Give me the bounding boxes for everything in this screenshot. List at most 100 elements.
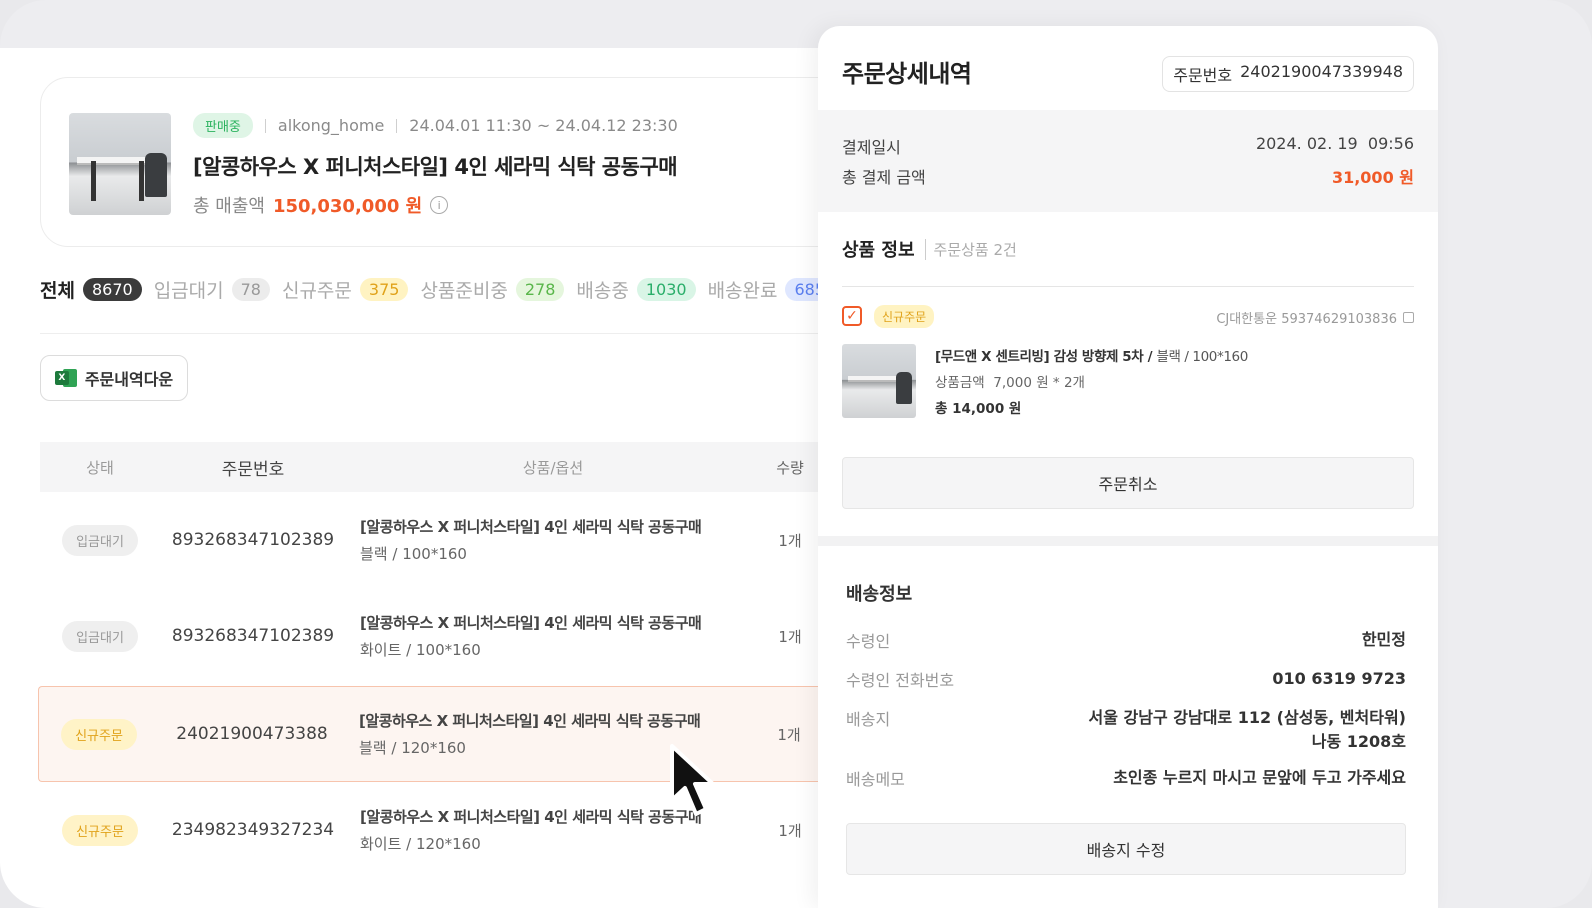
address-line1: 서울 강남구 강남대로 112 (삼성동, 벤처타워) [1088,708,1406,727]
order-number: 24021900473388 [176,724,328,744]
tab-count: 78 [231,278,270,301]
product-info-heading: 상품 정보 주문상품 2건 [842,236,1017,262]
total-sales: 총 매출액 150,030,000 원 i [193,192,449,218]
tab-count: 1030 [636,278,696,301]
status-badge: 입금대기 [62,620,138,652]
product-summary-card: 판매중 alkong_home 24.04.01 11:30 ~ 24.04.1… [40,77,850,247]
tab-label: 상품준비중 [420,280,508,302]
product-count: 주문상품 2건 [924,238,1017,260]
product-name: [알콩하우스 X 퍼니처스타일] 4인 세라믹 식탁 공동구매 [359,712,701,730]
tab-shipping[interactable]: 배송중 1030 [576,276,696,303]
product-option: 블랙 / 100*160 [360,545,467,563]
order-number: 893268347102389 [171,530,335,550]
divider [842,286,1414,287]
tab-label: 신규주문 [281,280,352,302]
recipient-row: 수령인 한민정 [846,628,1406,652]
copy-icon[interactable] [1403,312,1414,323]
product-thumbnail [69,113,171,215]
order-number-box: 주문번호 2402190047339948 [1162,56,1414,92]
edit-address-button[interactable]: 배송지 수정 [846,823,1406,875]
tab-count: 8670 [82,278,142,301]
phone-value: 010 6319 9723 [1272,669,1406,688]
section-title: 상품 정보 [842,240,915,261]
table-header: 상태 주문번호 상품/옵션 수량 [40,442,840,492]
item-thumbnail [842,344,916,418]
tracking-info: CJ대한통운 59374629103836 [1216,308,1414,327]
header-order-no: 주문번호 [221,459,285,480]
order-number-label: 주문번호 [1173,66,1233,85]
sale-period: 24.04.01 11:30 ~ 24.04.12 23:30 [409,116,678,135]
cancel-order-button[interactable]: 주문취소 [842,457,1414,509]
sales-amount: 150,030,000 원 [272,196,423,217]
info-icon[interactable]: i [430,196,449,214]
phone-row: 수령인 전화번호 010 6319 9723 [846,667,1406,691]
seller-id: alkong_home [277,116,385,135]
tab-awaiting-payment[interactable]: 입금대기 78 [154,276,270,303]
mouse-pointer-icon [670,744,715,816]
memo-value: 초인종 누르지 마시고 문앞에 두고 가주세요 [1113,768,1406,787]
total-value: 31,000 원 [1331,168,1414,187]
quantity: 1개 [777,725,801,744]
table-row[interactable]: 입금대기 893268347102389 [알콩하우스 X 퍼니처스타일] 4인… [40,492,840,588]
status-badge: 신규주문 [61,718,137,750]
quantity: 1개 [778,627,802,646]
tab-new-order[interactable]: 신규주문 375 [281,276,409,303]
status-badge: 입금대기 [62,524,138,556]
header-product: 상품/옵션 [522,458,584,477]
paid-at-label: 결제일시 [842,138,901,157]
address-row: 배송지 서울 강남구 강남대로 112 (삼성동, 벤처타워) 나동 1208호 [846,706,1406,754]
product-name: [알콩하우스 X 퍼니처스타일] 4인 세라믹 식탁 공동구매 [360,518,702,536]
tab-label: 배송완료 [707,280,778,302]
product-option: 화이트 / 120*160 [360,835,481,853]
item-name: [무드앤 X 센트리빙] 감성 방향제 5차 / 블랙 / 100*160 [935,345,1248,365]
payment-summary: 결제일시 2024. 02. 19 09:56 총 결제 금액 31,000 원 [818,110,1438,212]
tab-all[interactable]: 전체 8670 [40,276,142,303]
tab-count: 278 [515,278,565,301]
product-title: [알콩하우스 X 퍼니처스타일] 4인 세라믹 식탁 공동구매 [193,155,678,179]
order-number-value: 2402190047339948 [1240,62,1403,81]
tab-label: 입금대기 [153,280,224,302]
item-price: 상품금액 7,000 원 * 2개 [935,375,1085,391]
memo-row: 배송메모 초인종 누르지 마시고 문앞에 두고 가주세요 [846,766,1406,790]
tracking-number: CJ대한통운 59374629103836 [1216,312,1397,327]
download-label: 주문내역다운 [84,370,174,389]
excel-icon: X [54,369,77,387]
header-qty: 수량 [776,458,804,477]
header-status: 상태 [86,458,114,477]
quantity: 1개 [778,531,802,550]
app-frame: 판매중 alkong_home 24.04.01 11:30 ~ 24.04.1… [0,0,1592,908]
tab-label: 배송중 [576,280,629,302]
paid-at-value: 2024. 02. 19 09:56 [1255,134,1414,153]
item-checkbox[interactable]: ✓ [842,306,862,326]
order-detail-panel: 주문상세내역 주문번호 2402190047339948 결제일시 2024. … [818,26,1438,908]
sale-status-badge: 판매중 [193,113,253,138]
shipping-heading: 배송정보 [846,584,913,605]
item-total: 총 14,000 원 [935,401,1022,417]
status-badge: 신규주문 [62,814,138,846]
item-option: 블랙 / 100*160 [1156,349,1248,365]
address-label: 배송지 [846,710,891,729]
section-separator [818,536,1438,546]
item-title: [무드앤 X 센트리빙] 감성 방향제 5차 / [935,349,1153,365]
order-number: 234982349327234 [171,820,335,840]
address-line2: 나동 1208호 [1311,732,1406,751]
total-label: 총 결제 금액 [842,168,926,187]
product-option: 화이트 / 100*160 [360,641,481,659]
order-number: 893268347102389 [171,626,335,646]
product-meta: 판매중 alkong_home 24.04.01 11:30 ~ 24.04.1… [193,113,678,138]
panel-title: 주문상세내역 [842,60,972,88]
table-row[interactable]: 입금대기 893268347102389 [알콩하우스 X 퍼니처스타일] 4인… [40,588,840,684]
sales-label: 총 매출액 [193,196,265,217]
recipient-label: 수령인 [846,632,891,651]
download-orders-button[interactable]: X 주문내역다운 [40,355,188,401]
quantity: 1개 [778,821,802,840]
tab-preparing[interactable]: 상품준비중 278 [420,276,565,303]
product-name: [알콩하우스 X 퍼니처스타일] 4인 세라믹 식탁 공동구매 [360,614,702,632]
recipient-value: 한민정 [1361,630,1406,649]
status-badge: 신규주문 [874,305,935,328]
memo-label: 배송메모 [846,770,905,789]
divider [40,333,840,334]
status-tabs: 전체 8670 입금대기 78 신규주문 375 상품준비중 278 배송중 1… [40,276,845,303]
tab-count: 375 [359,278,409,301]
phone-label: 수령인 전화번호 [846,671,955,690]
